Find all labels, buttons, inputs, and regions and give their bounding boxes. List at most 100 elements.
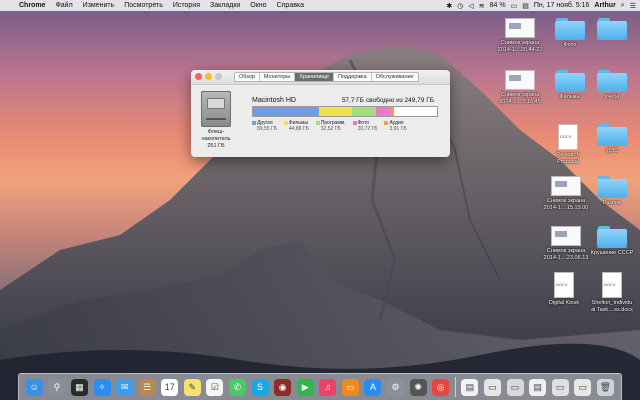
- folder-icon: [597, 18, 627, 40]
- docx-file-icon: [554, 272, 574, 298]
- desktop-icon-label: Фото: [563, 42, 577, 48]
- clock[interactable]: Пн, 17 нояб. 5:16: [534, 2, 590, 9]
- storage-usage-bar: [252, 106, 438, 117]
- wifi-icon[interactable]: ≋: [479, 2, 485, 10]
- folder-icon: [597, 226, 627, 248]
- finder-icon[interactable]: ☺: [25, 378, 43, 396]
- desktop-icon-folder[interactable]: @ЗС: [580, 124, 640, 155]
- disk-label-line: Флеш-: [207, 129, 225, 135]
- notification-center-icon[interactable]: ☰: [630, 2, 636, 10]
- screenshot-file-icon: [505, 70, 535, 90]
- storage-segment: [318, 107, 352, 116]
- desktop-icon-label: Proposal: [557, 158, 579, 165]
- tab-service[interactable]: Обслуживание: [372, 73, 418, 81]
- photo-booth-icon[interactable]: ◉: [274, 378, 292, 396]
- legend-swatch: [384, 120, 389, 125]
- safari-icon[interactable]: ✧: [93, 378, 111, 396]
- tab-displays[interactable]: Мониторы: [260, 73, 296, 81]
- desktop-icon-folder[interactable]: Разное: [580, 176, 640, 207]
- app-store-icon[interactable]: A: [364, 378, 382, 396]
- legend-swatch: [252, 120, 256, 125]
- desktop-icon-folder[interactable]: Крушение СССР: [580, 226, 640, 257]
- tab-storage[interactable]: Хранилище: [295, 73, 334, 81]
- menu-help[interactable]: Справка: [272, 2, 309, 9]
- aperture-icon[interactable]: ✺: [409, 378, 427, 396]
- window-titlebar[interactable]: Обзор Мониторы Хранилище Поддержка Обслу…: [191, 70, 450, 85]
- chrome-icon[interactable]: ◎: [432, 378, 450, 396]
- tab-overview[interactable]: Обзор: [235, 73, 260, 81]
- storage-segment: [351, 107, 376, 116]
- close-button[interactable]: [195, 73, 202, 80]
- screenshot-stack-icon[interactable]: ▭: [483, 378, 501, 396]
- screenshot-file-icon: [551, 226, 581, 246]
- menu-window[interactable]: Окно: [245, 2, 271, 9]
- storage-legend-item: Фото 20,72 ГБ: [352, 120, 377, 132]
- menu-bookmarks[interactable]: Закладки: [205, 2, 245, 9]
- desktop-icon-folder[interactable]: [580, 18, 640, 42]
- system-preferences-icon[interactable]: ⚙: [387, 378, 405, 396]
- folder-icon: [597, 124, 627, 146]
- folder-icon: [597, 176, 627, 198]
- legend-size: 3,91 ГБ: [389, 126, 407, 132]
- facetime-icon[interactable]: ▶: [296, 378, 314, 396]
- disk-name: Macintosh HD: [252, 97, 296, 104]
- storage-legend-item: Фильмы 44,88 ГБ: [283, 120, 309, 132]
- contacts-icon[interactable]: ☰: [138, 378, 156, 396]
- document-stack-icon[interactable]: ▤: [461, 378, 479, 396]
- notes-icon[interactable]: ✎: [183, 378, 201, 396]
- battery-icon[interactable]: ▭: [511, 2, 518, 10]
- storage-legend: Другое 89,55 ГБ Фильмы 44,88 ГБ Программ. 32,…: [252, 120, 407, 132]
- desktop-icon-folder[interactable]: учеба: [580, 70, 640, 101]
- menu-app-name[interactable]: Chrome: [14, 2, 50, 9]
- calendar-icon[interactable]: 17: [161, 378, 179, 396]
- folder-icon: [597, 70, 627, 92]
- bluetooth-icon[interactable]: ✱: [446, 2, 452, 10]
- launchpad-icon[interactable]: ⚲: [48, 378, 66, 396]
- legend-swatch: [283, 120, 288, 125]
- screenshot-file-icon: [551, 176, 581, 196]
- screenshot-file-icon: [505, 18, 535, 38]
- desktop-icon-label: учеба: [604, 94, 620, 100]
- menu-view[interactable]: Посмотреть: [119, 2, 168, 9]
- storage-segment: [375, 107, 392, 116]
- disk-label-line: 251 ГБ: [207, 143, 225, 149]
- volume-icon[interactable]: ◁: [468, 2, 473, 10]
- legend-size: 44,88 ГБ: [288, 126, 309, 132]
- desktop-icon-doc[interactable]: Shelton_Individual Task....ss.docx: [580, 272, 640, 313]
- menu-bar: Chrome Файл Изменить Посмотреть История …: [0, 0, 640, 11]
- traffic-lights: [195, 73, 222, 80]
- menu-file[interactable]: Файл: [50, 2, 77, 9]
- messages-icon[interactable]: ✆: [228, 378, 246, 396]
- input-source-flag-icon[interactable]: ▤: [522, 2, 529, 10]
- trash-icon[interactable]: 🗑: [596, 378, 614, 396]
- window-tabs: Обзор Мониторы Хранилище Поддержка Обслу…: [234, 72, 419, 82]
- disk-capacity-label: Флеш- накопитель 251 ГБ: [191, 129, 241, 150]
- reminders-icon[interactable]: ☑: [206, 378, 224, 396]
- screenshot-stack-icon[interactable]: ▭: [574, 378, 592, 396]
- time-machine-icon[interactable]: ◷: [457, 2, 463, 10]
- menu-edit[interactable]: Изменить: [78, 2, 120, 9]
- storage-legend-item: Аудио 3,91 ГБ: [384, 120, 407, 132]
- ibooks-icon[interactable]: ▭: [341, 378, 359, 396]
- skype-icon[interactable]: S: [251, 378, 269, 396]
- menu-history[interactable]: История: [168, 2, 205, 9]
- flash-storage-icon: [201, 91, 231, 127]
- downloads-stack-icon[interactable]: ▤: [529, 378, 547, 396]
- minimize-button[interactable]: [205, 73, 212, 80]
- itunes-icon[interactable]: ♫: [319, 378, 337, 396]
- docx-file-icon: [602, 272, 622, 298]
- tab-support[interactable]: Поддержка: [334, 73, 372, 81]
- status-area: ✱ ◷ ◁ ≋ 84 % ▭ ▤ Пн, 17 нояб. 5:16 Arthu…: [446, 0, 636, 11]
- storage-legend-item: Другое 89,55 ГБ: [252, 120, 277, 132]
- dock-separator: [454, 377, 456, 397]
- mail-icon[interactable]: ✉: [116, 378, 134, 396]
- spotlight-icon[interactable]: ⌕: [621, 2, 625, 10]
- screenshot-stack-icon[interactable]: ▭: [506, 378, 524, 396]
- legend-swatch: [352, 120, 357, 125]
- storage-segment: [253, 107, 319, 116]
- user-name[interactable]: Arthur: [594, 2, 615, 9]
- screenshot-stack-icon[interactable]: ▭: [551, 378, 569, 396]
- mission-control-icon[interactable]: ▦: [70, 378, 88, 396]
- battery-percent[interactable]: 84 %: [490, 2, 506, 9]
- desktop-icon-label: Крушение СССР: [590, 250, 634, 256]
